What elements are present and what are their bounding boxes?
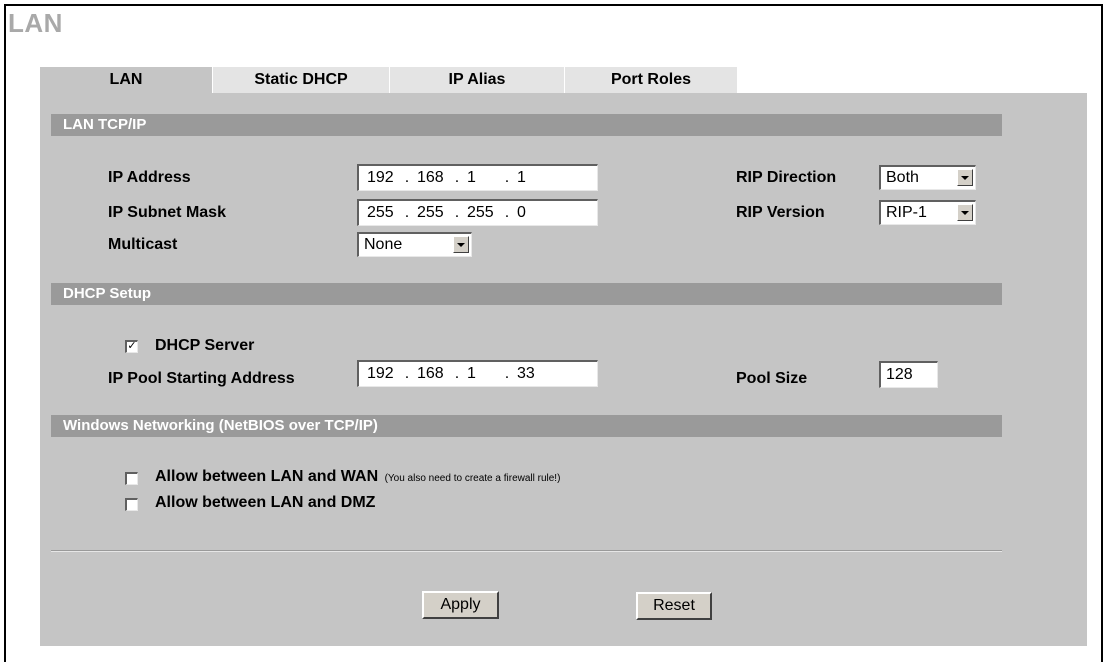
dhcp-server-label: DHCP Server bbox=[155, 337, 255, 354]
ip-address-field[interactable]: 192. 168. 1. 1 bbox=[357, 164, 598, 191]
pool-start-label: IP Pool Starting Address bbox=[108, 370, 295, 387]
ip-octet: 0 bbox=[517, 204, 526, 221]
page-title: LAN bbox=[8, 8, 63, 38]
ip-dot: . bbox=[504, 169, 510, 186]
section-header-lan-tcpip: LAN TCP/IP bbox=[51, 114, 1002, 136]
ip-address-label: IP Address bbox=[108, 169, 191, 186]
ip-octet: 1 bbox=[467, 169, 476, 186]
apply-button[interactable]: Apply bbox=[422, 591, 499, 619]
ip-octet: 1 bbox=[467, 365, 476, 382]
reset-button[interactable]: Reset bbox=[636, 592, 712, 620]
ip-octet: 192 bbox=[367, 365, 394, 382]
allow-lan-dmz-label: Allow between LAN and DMZ bbox=[155, 494, 376, 511]
ip-dot: . bbox=[404, 204, 410, 221]
tab-ip-alias[interactable]: IP Alias bbox=[390, 67, 565, 93]
dhcp-server-checkbox[interactable]: ✓ bbox=[125, 340, 138, 353]
firewall-note: (You also need to create a firewall rule… bbox=[384, 473, 561, 484]
allow-lan-wan-checkbox[interactable] bbox=[125, 472, 138, 485]
ip-octet: 168 bbox=[417, 169, 444, 186]
rip-version-value: RIP-1 bbox=[886, 204, 927, 221]
ip-octet: 255 bbox=[467, 204, 494, 221]
multicast-value: None bbox=[364, 236, 403, 253]
tab-lan[interactable]: LAN bbox=[40, 67, 213, 93]
ip-dot: . bbox=[504, 365, 510, 382]
rip-version-select[interactable]: RIP-1 bbox=[879, 200, 976, 225]
ip-octet: 168 bbox=[417, 365, 444, 382]
pool-size-field[interactable]: 128 bbox=[879, 361, 938, 388]
ip-octet: 255 bbox=[367, 204, 394, 221]
tab-static-dhcp[interactable]: Static DHCP bbox=[213, 67, 390, 93]
rip-direction-select[interactable]: Both bbox=[879, 165, 976, 190]
multicast-label: Multicast bbox=[108, 236, 178, 253]
ip-dot: . bbox=[404, 169, 410, 186]
allow-lan-wan-label: Allow between LAN and WAN (You also need… bbox=[155, 468, 560, 486]
ip-dot: . bbox=[404, 365, 410, 382]
divider bbox=[51, 550, 1002, 552]
section-header-dhcp-setup: DHCP Setup bbox=[51, 283, 1002, 305]
ip-dot: . bbox=[454, 204, 460, 221]
pool-size-label: Pool Size bbox=[736, 370, 808, 387]
ip-dot: . bbox=[454, 169, 460, 186]
rip-version-label: RIP Version bbox=[736, 204, 825, 221]
chevron-down-icon[interactable] bbox=[957, 204, 973, 221]
subnet-mask-label: IP Subnet Mask bbox=[108, 204, 226, 221]
rip-direction-value: Both bbox=[886, 169, 919, 186]
ip-octet: 255 bbox=[417, 204, 444, 221]
multicast-select[interactable]: None bbox=[357, 232, 472, 257]
ip-octet: 192 bbox=[367, 169, 394, 186]
ip-octet: 1 bbox=[517, 169, 526, 186]
subnet-mask-field[interactable]: 255. 255. 255. 0 bbox=[357, 199, 598, 226]
rip-direction-label: RIP Direction bbox=[736, 169, 837, 186]
allow-lan-dmz-checkbox[interactable] bbox=[125, 498, 138, 511]
section-header-netbios: Windows Networking (NetBIOS over TCP/IP) bbox=[51, 415, 1002, 437]
ip-octet: 33 bbox=[517, 365, 535, 382]
allow-lan-wan-text: Allow between LAN and WAN bbox=[155, 468, 379, 485]
tab-port-roles[interactable]: Port Roles bbox=[565, 67, 738, 93]
pool-start-field[interactable]: 192. 168. 1. 33 bbox=[357, 360, 598, 387]
chevron-down-icon[interactable] bbox=[453, 236, 469, 253]
ip-dot: . bbox=[504, 204, 510, 221]
chevron-down-icon[interactable] bbox=[957, 169, 973, 186]
ip-dot: . bbox=[454, 365, 460, 382]
tab-bar: LAN Static DHCP IP Alias Port Roles bbox=[40, 67, 738, 93]
